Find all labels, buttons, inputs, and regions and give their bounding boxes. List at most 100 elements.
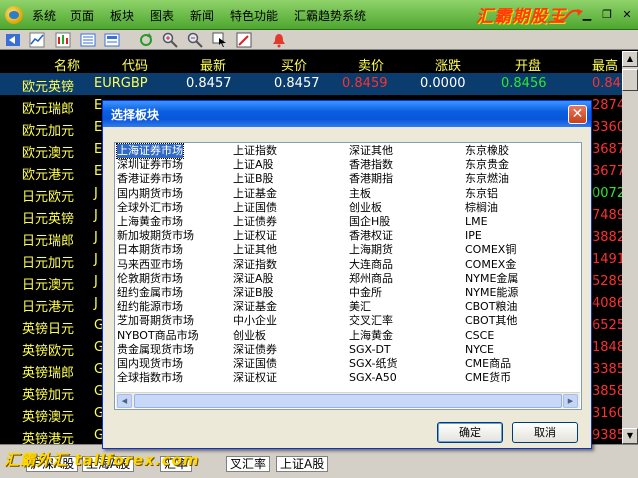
sector-item[interactable]: 上证其他: [233, 243, 277, 257]
sector-item[interactable]: 深证权证: [233, 371, 277, 385]
sector-item[interactable]: 东京贵金: [465, 158, 509, 172]
menu-special[interactable]: 特色功能: [230, 8, 278, 24]
candlestick-icon[interactable]: [55, 32, 71, 48]
scroll-left-icon[interactable]: ◀: [117, 394, 132, 408]
scroll-thumb[interactable]: [134, 394, 562, 408]
header-ask[interactable]: 卖价: [358, 55, 384, 74]
restore-icon[interactable]: ❐: [600, 8, 614, 22]
sector-item[interactable]: 中金所: [349, 286, 382, 300]
sector-item[interactable]: 香港期指: [349, 172, 393, 186]
sector-item[interactable]: CSCE: [465, 329, 494, 343]
menu-sector[interactable]: 板块: [110, 8, 134, 24]
header-open[interactable]: 开盘: [515, 55, 541, 74]
sector-item[interactable]: COMEX铜: [465, 243, 516, 257]
sector-item[interactable]: 大连商品: [349, 258, 393, 272]
menu-trend-system[interactable]: 汇霸趋势系统: [294, 8, 366, 24]
sector-item[interactable]: 新加坡期货市场: [117, 229, 194, 243]
sector-item[interactable]: LME: [465, 215, 488, 229]
sector-item[interactable]: 深证指数: [233, 258, 277, 272]
ok-button[interactable]: 确定: [437, 422, 503, 443]
menu-chart[interactable]: 图表: [150, 8, 174, 24]
scroll-thumb[interactable]: [622, 69, 638, 91]
zoom-in-icon[interactable]: [162, 32, 178, 48]
header-last[interactable]: 最新: [200, 55, 226, 74]
sector-item[interactable]: 上证基金: [233, 187, 277, 201]
sector-item[interactable]: 上证B股: [233, 172, 274, 186]
minimize-icon[interactable]: ▁: [580, 8, 594, 22]
sector-item[interactable]: 上证权证: [233, 229, 277, 243]
menu-news[interactable]: 新闻: [190, 8, 214, 24]
sector-item[interactable]: SGX-A50: [349, 371, 397, 385]
header-change[interactable]: 涨跌: [435, 55, 461, 74]
sector-item[interactable]: 中小企业: [233, 314, 277, 328]
select-tool-icon[interactable]: [212, 32, 228, 48]
sector-item[interactable]: CBOT其他: [465, 314, 517, 328]
sector-item[interactable]: 纽约能源市场: [117, 300, 183, 314]
sector-item[interactable]: CME商品: [465, 357, 511, 371]
sector-item[interactable]: IPE: [465, 229, 482, 243]
sector-item[interactable]: NYBOT商品市场: [117, 329, 199, 343]
menu-system[interactable]: 系统: [32, 8, 56, 24]
sector-item[interactable]: 棕榈油: [465, 201, 498, 215]
draw-tool-icon[interactable]: [236, 32, 252, 48]
sector-item[interactable]: 深证基金: [233, 300, 277, 314]
sector-item[interactable]: 深圳证券市场: [117, 158, 183, 172]
scroll-right-icon[interactable]: ▶: [563, 394, 578, 408]
sector-item[interactable]: 国内现货市场: [117, 357, 183, 371]
sector-item[interactable]: 深证其他: [349, 144, 393, 158]
sector-item[interactable]: 芝加哥期货市场: [117, 314, 194, 328]
sector-item[interactable]: 香港证券市场: [117, 172, 183, 186]
line-chart-icon[interactable]: [29, 32, 45, 48]
sector-item[interactable]: 上证国债: [233, 201, 277, 215]
quote-table-icon[interactable]: [80, 32, 96, 48]
sector-item[interactable]: SGX-DT: [349, 343, 391, 357]
sector-item[interactable]: 上证A股: [233, 158, 274, 172]
header-code[interactable]: 代码: [122, 55, 148, 74]
sector-item[interactable]: 上证债券: [233, 215, 277, 229]
sector-item[interactable]: 香港指数: [349, 158, 393, 172]
sector-item[interactable]: 美汇: [349, 300, 371, 314]
scroll-up-icon[interactable]: ▲: [622, 51, 638, 67]
refresh-icon[interactable]: [138, 32, 154, 48]
sector-item[interactable]: 全球外汇市场: [117, 201, 183, 215]
sector-item[interactable]: 交叉汇率: [349, 314, 393, 328]
sector-item[interactable]: 马来西亚市场: [117, 258, 183, 272]
back-icon[interactable]: [5, 32, 21, 48]
close-icon[interactable]: ✕: [568, 105, 587, 124]
sector-item[interactable]: 深证B股: [233, 286, 274, 300]
sector-item[interactable]: 郑州商品: [349, 272, 393, 286]
close-icon[interactable]: ✕: [620, 8, 634, 22]
sector-item[interactable]: 深证国债: [233, 357, 277, 371]
sector-item[interactable]: 创业板: [349, 201, 382, 215]
sector-item[interactable]: NYME金属: [465, 272, 518, 286]
dialog-titlebar[interactable]: 选择板块 ✕: [103, 101, 591, 127]
tab-sse-a[interactable]: 上证A股: [276, 456, 329, 472]
sector-item[interactable]: 深证A股: [233, 272, 274, 286]
tab-cross-rate[interactable]: 叉汇率: [226, 456, 271, 472]
sector-item[interactable]: 国企H股: [349, 215, 390, 229]
sector-item[interactable]: 主板: [349, 187, 371, 201]
sector-item[interactable]: 全球指数市场: [117, 371, 183, 385]
sector-item[interactable]: 纽约金属市场: [117, 286, 183, 300]
sector-item[interactable]: NYCE: [465, 343, 494, 357]
table-row-selected[interactable]: 欧元英镑 EURGBP 0.8457 0.8457 0.8459 0.0000 …: [0, 73, 638, 95]
cancel-button[interactable]: 取消: [512, 422, 578, 443]
alarm-bell-icon[interactable]: [271, 32, 287, 48]
sector-item[interactable]: 香港权证: [349, 229, 393, 243]
sector-list[interactable]: 上海证券市场 深圳证券市场 香港证券市场 国内期货市场 全球外汇市场 上海黄金市场 新加坡期…: [114, 142, 582, 410]
vertical-scrollbar[interactable]: ▲ ▼: [622, 51, 638, 444]
menu-page[interactable]: 页面: [70, 8, 94, 24]
horizontal-scrollbar[interactable]: ◀ ▶: [116, 392, 580, 408]
zoom-out-icon[interactable]: [187, 32, 203, 48]
sector-item[interactable]: 上海期货: [349, 243, 393, 257]
sector-item[interactable]: 东京铝: [465, 187, 498, 201]
sector-item[interactable]: 深证债券: [233, 343, 277, 357]
header-bid[interactable]: 买价: [281, 55, 307, 74]
sector-item[interactable]: 上海黄金: [349, 329, 393, 343]
sector-item[interactable]: COMEX金: [465, 258, 516, 272]
sector-item[interactable]: CBOT粮油: [465, 300, 517, 314]
sector-item[interactable]: 东京燃油: [465, 172, 509, 186]
header-name[interactable]: 名称: [54, 55, 80, 74]
sector-item[interactable]: NYME能源: [465, 286, 518, 300]
sector-item[interactable]: 日本期货市场: [117, 243, 183, 257]
